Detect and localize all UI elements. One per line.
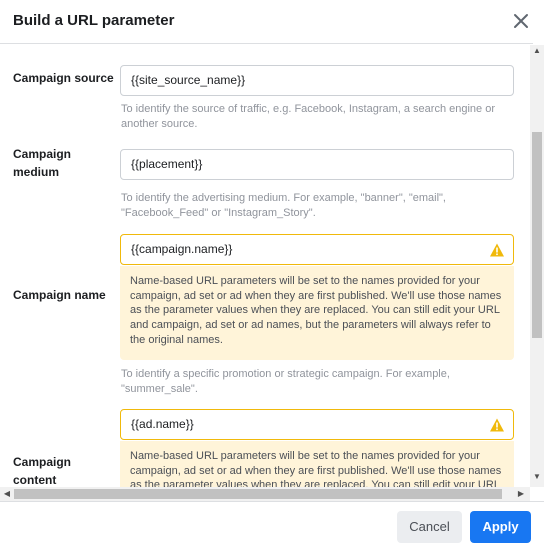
campaign-content-label: Campaign content xyxy=(13,455,72,487)
close-button[interactable] xyxy=(510,10,532,32)
scroll-right-arrow-icon[interactable]: ▶ xyxy=(514,488,528,500)
campaign-medium-input[interactable]: {{placement}} xyxy=(120,149,514,180)
url-parameter-dialog: Build a URL parameter Campaign source {{… xyxy=(0,0,548,550)
apply-button[interactable]: Apply xyxy=(470,511,531,543)
campaign-name-value: {{campaign.name}} xyxy=(131,242,233,256)
close-icon xyxy=(514,14,528,28)
dialog-body: Campaign source {{site_source_name}} To … xyxy=(0,45,530,487)
horizontal-scroll-thumb[interactable] xyxy=(14,489,502,499)
campaign-medium-help: To identify the advertising medium. For … xyxy=(121,192,446,219)
campaign-source-label: Campaign source xyxy=(13,71,114,85)
dialog-title: Build a URL parameter xyxy=(13,12,175,29)
campaign-content-value: {{ad.name}} xyxy=(131,417,194,431)
campaign-source-input[interactable]: {{site_source_name}} xyxy=(120,65,514,96)
vertical-scrollbar[interactable]: ▲ ▼ xyxy=(530,45,544,487)
campaign-medium-label: Campaign medium xyxy=(13,147,72,179)
campaign-name-label: Campaign name xyxy=(13,288,106,302)
campaign-name-help: To identify a specific promotion or stra… xyxy=(121,368,450,395)
dialog-footer: Cancel Apply xyxy=(0,501,544,550)
warning-icon xyxy=(490,243,504,257)
campaign-name-input[interactable]: {{campaign.name}} xyxy=(120,234,514,265)
cancel-button[interactable]: Cancel xyxy=(397,511,462,543)
campaign-content-input[interactable]: {{ad.name}} xyxy=(120,409,514,440)
scroll-left-arrow-icon[interactable]: ◀ xyxy=(0,488,14,500)
horizontal-scrollbar[interactable]: ◀ ▶ xyxy=(0,487,530,501)
warning-icon xyxy=(490,418,504,432)
dialog-header: Build a URL parameter xyxy=(0,0,533,44)
scroll-down-arrow-icon[interactable]: ▼ xyxy=(530,471,544,483)
campaign-source-help: To identify the source of traffic, e.g. … xyxy=(121,103,495,130)
scroll-up-arrow-icon[interactable]: ▲ xyxy=(530,45,544,57)
campaign-content-warning: Name-based URL parameters will be set to… xyxy=(120,441,514,487)
vertical-scroll-thumb[interactable] xyxy=(532,132,542,338)
campaign-name-warning: Name-based URL parameters will be set to… xyxy=(120,266,514,360)
